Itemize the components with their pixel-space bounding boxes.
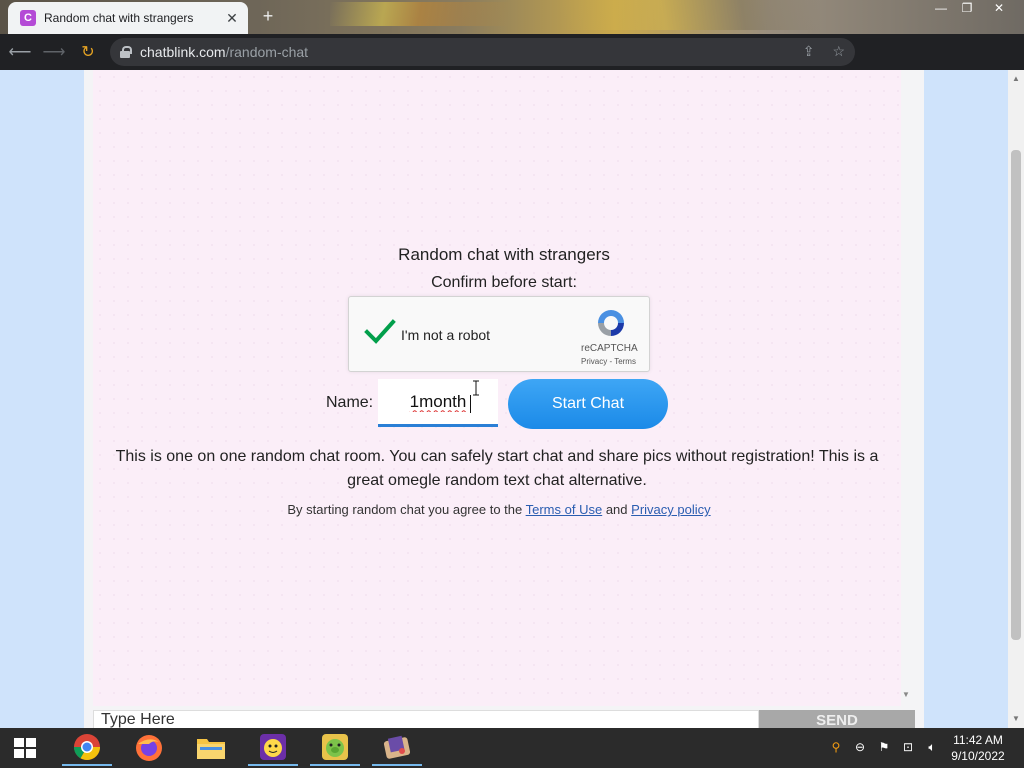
- site-favicon-icon: C: [20, 10, 36, 26]
- lock-icon: [120, 46, 132, 58]
- back-icon[interactable]: ⟵: [6, 38, 34, 66]
- volume-icon[interactable]: 🔈︎: [924, 740, 940, 756]
- game-pig-icon[interactable]: [310, 730, 360, 766]
- minus-circle-icon[interactable]: ⊖: [852, 740, 868, 756]
- name-label: Name:: [326, 394, 374, 411]
- recaptcha-brand: reCAPTCHA: [581, 343, 638, 354]
- inner-scroll-down-icon[interactable]: ▼: [902, 690, 914, 702]
- browser-toolbar: ⟵ ⟶ ↻ chatblink.com /random-chat ⇪ ☆ ✚ ⋮: [0, 34, 1024, 97]
- forward-icon[interactable]: ⟶: [40, 38, 68, 66]
- checkmark-icon[interactable]: [363, 315, 397, 349]
- bookmark-star-icon[interactable]: ☆: [832, 43, 845, 60]
- search-icon[interactable]: ⚲: [828, 740, 844, 756]
- page-viewport: Random chat with strangers Confirm befor…: [0, 70, 1008, 728]
- start-chat-button[interactable]: Start Chat: [508, 379, 668, 429]
- address-bar[interactable]: chatblink.com /random-chat ⇪ ☆: [110, 38, 855, 66]
- send-button[interactable]: SEND: [759, 710, 915, 728]
- tab-close-icon[interactable]: ✕: [224, 10, 240, 26]
- taskbar: ⚲ ⊖ ⚑ ⊡ 🔈︎ 11:42 AM 9/10/2022: [0, 728, 1024, 768]
- system-clock[interactable]: 11:42 AM 9/10/2022: [946, 732, 1010, 764]
- reload-icon[interactable]: ↻: [74, 38, 102, 66]
- network-icon[interactable]: ⊡: [900, 740, 916, 756]
- file-explorer-icon[interactable]: [186, 730, 236, 766]
- description-text: This is one on one random chat room. You…: [115, 448, 879, 489]
- page-scrollbar[interactable]: ▲ ▼: [1008, 70, 1024, 728]
- privacy-policy-link[interactable]: Privacy policy: [631, 502, 710, 517]
- agreement-prefix: By starting random chat you agree to the: [287, 502, 523, 517]
- tab-title: Random chat with strangers: [44, 11, 194, 25]
- restore-icon[interactable]: ❐: [952, 0, 982, 18]
- page-heading: Random chat with strangers: [398, 245, 610, 264]
- confirm-text: Confirm before start:: [431, 274, 577, 291]
- browser-tab[interactable]: C Random chat with strangers ✕: [8, 2, 248, 34]
- scroll-up-icon[interactable]: ▲: [1011, 74, 1021, 84]
- firefox-icon[interactable]: [124, 730, 174, 766]
- url-path: /random-chat: [225, 44, 309, 60]
- recaptcha-links[interactable]: Privacy - Terms: [581, 357, 636, 366]
- recaptcha-widget[interactable]: I'm not a robot reCAPTCHA Privacy - Term…: [348, 296, 650, 372]
- share-icon[interactable]: ⇪: [803, 43, 815, 60]
- recaptcha-label: I'm not a robot: [401, 327, 491, 343]
- tab-strip: C Random chat with strangers ✕ + — ❐ ✕: [0, 0, 1024, 34]
- clock-time: 11:42 AM: [953, 733, 1003, 747]
- window-close-icon[interactable]: ✕: [984, 0, 1014, 18]
- flag-icon[interactable]: ⚑: [876, 740, 892, 756]
- name-input[interactable]: [378, 379, 498, 427]
- app-icon[interactable]: [372, 730, 422, 766]
- url-host: chatblink.com: [140, 44, 226, 60]
- scroll-down-icon[interactable]: ▼: [1011, 714, 1021, 724]
- yahoo-messenger-icon[interactable]: [248, 730, 298, 766]
- text-caret: [470, 395, 471, 413]
- recaptcha-logo-icon: [598, 310, 624, 336]
- windows-start-icon[interactable]: [14, 738, 36, 758]
- terms-of-use-link[interactable]: Terms of Use: [526, 502, 603, 517]
- agreement-and: and: [605, 502, 628, 517]
- chrome-icon[interactable]: [62, 730, 112, 766]
- clock-date: 9/10/2022: [951, 749, 1005, 763]
- message-input[interactable]: Type Here: [93, 710, 759, 728]
- ibeam-cursor-icon: [473, 380, 479, 396]
- scroll-thumb[interactable]: [1011, 150, 1021, 640]
- new-tab-icon[interactable]: +: [258, 6, 278, 26]
- agreement-text: By starting random chat you agree to the…: [0, 502, 998, 517]
